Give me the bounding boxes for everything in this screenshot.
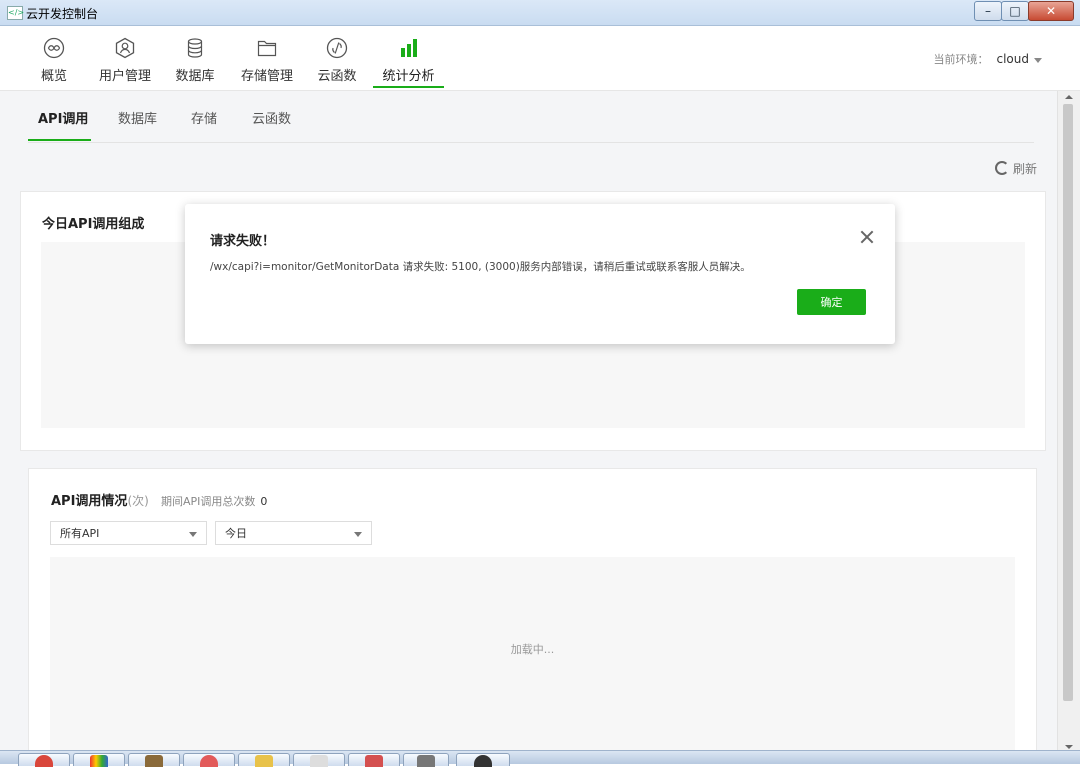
tab-cloud-function[interactable]: 云函数 xyxy=(252,108,291,127)
nav-item-overview[interactable]: 概览 xyxy=(31,26,77,88)
card-title-unit: (次) xyxy=(127,494,149,508)
app-icon xyxy=(200,755,218,767)
maximize-icon: □ xyxy=(1009,4,1021,18)
api-filter-select[interactable]: 所有API xyxy=(50,521,207,545)
app-icon xyxy=(90,755,108,767)
close-icon: ✕ xyxy=(1045,4,1057,18)
refresh-button[interactable]: 刷新 xyxy=(994,160,1037,177)
sub-tabs: API调用 数据库 存储 云函数 xyxy=(28,91,1034,143)
tab-api-calls[interactable]: API调用 xyxy=(38,108,88,127)
dialog-message: /wx/capi?i=monitor/GetMonitorData 请求失败: … xyxy=(210,261,751,273)
top-navigation: 概览 用户管理 数据库 存储管理 云函数 统计分析 当前环境： cloud xyxy=(0,26,1080,91)
app-icon: </> xyxy=(7,6,24,20)
card-title: API调用情况(次) xyxy=(51,490,149,509)
refresh-label: 刷新 xyxy=(1012,162,1037,176)
dialog-title: 请求失败！ xyxy=(210,234,276,249)
date-range-value: 今日 xyxy=(225,527,247,540)
nav-item-label: 概览 xyxy=(40,69,67,84)
error-dialog: 请求失败！ /wx/capi?i=monitor/GetMonitorData … xyxy=(185,204,895,344)
close-window-button[interactable]: ✕ xyxy=(1028,1,1074,21)
main-content: API调用 数据库 存储 云函数 刷新 今日API调用组成 API调用情况(次)… xyxy=(0,91,1058,763)
taskbar-app[interactable] xyxy=(128,753,180,767)
refresh-icon xyxy=(994,161,1009,175)
scroll-down-icon[interactable] xyxy=(1065,745,1073,749)
overview-icon xyxy=(43,37,65,59)
taskbar xyxy=(0,750,1080,767)
nav-item-statistics[interactable]: 统计分析 xyxy=(373,26,444,88)
total-calls-value: 0 xyxy=(260,495,268,508)
nav-item-user-management[interactable]: 用户管理 xyxy=(94,26,156,88)
nav-item-label: 云函数 xyxy=(317,69,357,84)
minimize-icon: – xyxy=(985,4,991,18)
database-icon xyxy=(187,38,203,58)
app-icon xyxy=(145,755,163,767)
nav-item-cloud-function[interactable]: 云函数 xyxy=(314,26,360,88)
nav-item-label: 统计分析 xyxy=(382,69,435,84)
loading-text: 加载中... xyxy=(510,643,555,656)
taskbar-app[interactable] xyxy=(238,753,290,767)
app-icon xyxy=(417,755,435,767)
api-usage-card: API调用情况(次) 期间API调用总次数 0 所有API 今日 加载中... xyxy=(28,468,1037,763)
maximize-button[interactable]: □ xyxy=(1001,1,1029,21)
nav-item-storage[interactable]: 存储管理 xyxy=(236,26,298,88)
scrollbar-thumb[interactable] xyxy=(1063,104,1073,701)
nav-item-label: 数据库 xyxy=(175,69,215,84)
app-icon xyxy=(365,755,383,767)
statistics-bar-icon xyxy=(400,39,417,57)
taskbar-app[interactable] xyxy=(348,753,400,767)
minimize-button[interactable]: – xyxy=(974,1,1002,21)
window-titlebar: </> 云开发控制台 – □ ✕ xyxy=(0,0,1080,26)
chevron-down-icon xyxy=(1034,57,1042,63)
app-icon xyxy=(35,755,53,767)
active-tab-indicator xyxy=(28,139,91,141)
cloud-function-icon xyxy=(326,37,348,59)
api-filter-value: 所有API xyxy=(60,527,100,540)
taskbar-app[interactable] xyxy=(18,753,70,767)
window-title: 云开发控制台 xyxy=(26,7,99,21)
window-controls: – □ ✕ xyxy=(974,1,1074,21)
total-calls: 期间API调用总次数 0 xyxy=(161,493,267,509)
chevron-down-icon xyxy=(354,532,362,537)
taskbar-app[interactable] xyxy=(456,753,510,767)
vertical-scrollbar[interactable] xyxy=(1057,91,1080,753)
environment-value: cloud xyxy=(996,52,1030,66)
nav-item-label: 用户管理 xyxy=(98,69,151,84)
date-range-select[interactable]: 今日 xyxy=(215,521,372,545)
close-icon[interactable] xyxy=(860,230,874,244)
app-icon xyxy=(310,755,328,767)
environment-label: 当前环境： xyxy=(933,53,989,66)
card-title: 今日API调用组成 xyxy=(42,217,145,232)
user-management-icon xyxy=(115,37,135,59)
app-icon xyxy=(255,755,273,767)
chevron-down-icon xyxy=(189,532,197,537)
taskbar-app[interactable] xyxy=(293,753,345,767)
tab-database[interactable]: 数据库 xyxy=(118,108,157,127)
confirm-button[interactable]: 确定 xyxy=(797,289,866,315)
taskbar-app[interactable] xyxy=(73,753,125,767)
chart-placeholder: 加载中... xyxy=(50,557,1015,763)
app-icon xyxy=(474,755,492,767)
taskbar-app[interactable] xyxy=(183,753,235,767)
nav-item-database[interactable]: 数据库 xyxy=(171,26,219,88)
nav-item-label: 存储管理 xyxy=(240,69,293,84)
total-calls-label: 期间API调用总次数 xyxy=(161,495,256,508)
card-title-text: API调用情况 xyxy=(51,494,128,509)
environment-selector[interactable]: 当前环境： cloud xyxy=(933,51,1042,67)
tab-storage[interactable]: 存储 xyxy=(191,108,217,127)
scroll-up-icon[interactable] xyxy=(1065,95,1073,99)
taskbar-app[interactable] xyxy=(403,753,449,767)
storage-folder-icon xyxy=(257,40,277,57)
